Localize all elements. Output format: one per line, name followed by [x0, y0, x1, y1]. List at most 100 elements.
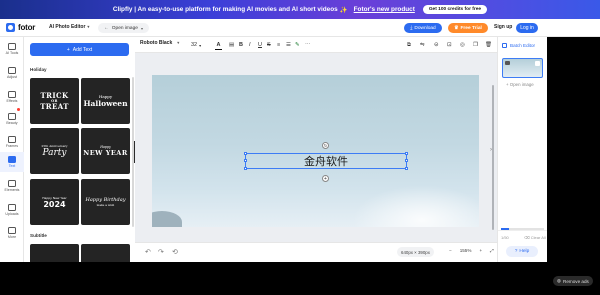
- notification-dot: [17, 108, 20, 111]
- list-icon: ☰: [286, 42, 291, 48]
- opacity-button[interactable]: ◎: [460, 41, 465, 49]
- page-thumbnail[interactable]: [502, 58, 543, 78]
- text-toolbar: Roboto Black ▾ 32 ▾ A ▤ B I U S ≡ ☰ ✎ ⋯ ⧉ …: [135, 37, 497, 53]
- template-subtitle-1[interactable]: [30, 244, 79, 262]
- text-color-button[interactable]: A: [215, 41, 222, 50]
- resize-handle[interactable]: [405, 159, 408, 162]
- banner-cta-button[interactable]: Get 100 credits for free: [422, 5, 488, 14]
- chevron-right-icon[interactable]: ›: [490, 147, 492, 153]
- fit-screen-icon[interactable]: ⤢: [490, 248, 494, 253]
- layer-button[interactable]: ⊡: [447, 41, 452, 49]
- template-party[interactable]: 25th Anniversary Party: [30, 128, 79, 174]
- font-family-select[interactable]: Roboto Black ▾: [140, 40, 179, 46]
- opacity-icon: ◎: [460, 42, 465, 48]
- italic-button[interactable]: I: [249, 41, 251, 49]
- select-checkbox-icon[interactable]: [535, 61, 540, 66]
- chevron-down-icon: ▾: [199, 42, 202, 48]
- rail-item-more[interactable]: More: [0, 223, 24, 243]
- zoom-in-icon[interactable]: +: [479, 248, 482, 253]
- resize-handle[interactable]: [244, 167, 247, 170]
- fotor-logo[interactable]: fotor: [6, 23, 35, 32]
- delete-button[interactable]: 🗑︎: [485, 41, 492, 49]
- open-image-button[interactable]: ← Open image ▾: [98, 23, 149, 33]
- copy-style-button[interactable]: ❐: [473, 41, 478, 49]
- rail-label: More: [7, 235, 17, 239]
- rail-item-effects[interactable]: Effects: [0, 87, 24, 107]
- resize-handle[interactable]: [405, 152, 408, 155]
- rail-item-elements[interactable]: Elements: [0, 176, 24, 196]
- text-templates-panel: + Add Text Holiday TRICK OR TREAT Happy …: [24, 37, 135, 262]
- rail-label: Uploads: [5, 212, 19, 216]
- template-subtitle-2[interactable]: [81, 244, 130, 262]
- help-button[interactable]: ? Help: [506, 246, 538, 257]
- canvas-scrollbar[interactable]: [492, 85, 494, 230]
- banner-link[interactable]: Fotor's new product: [354, 6, 415, 13]
- selected-text-box[interactable]: 金舟软件: [244, 152, 408, 170]
- remove-ads-icon: ◍: [557, 278, 562, 283]
- add-image-button[interactable]: + Open image: [506, 82, 534, 87]
- rail-item-frames[interactable]: Frames: [0, 132, 24, 152]
- sparkle-icon: ✨: [339, 6, 348, 14]
- rail-item-ai-tools[interactable]: AI Tools: [0, 39, 24, 59]
- clear-all-button[interactable]: ⌫ Clear All: [524, 235, 546, 240]
- resize-handle[interactable]: [405, 167, 408, 170]
- list-button[interactable]: ☰: [286, 41, 291, 49]
- effects-icon: [8, 91, 16, 98]
- template-preview: Happy Birthday make a wish: [85, 197, 125, 207]
- add-element-icon[interactable]: +: [322, 175, 329, 182]
- template-2024[interactable]: Happy New Year 2024: [30, 179, 79, 225]
- effects-button[interactable]: ✎: [295, 41, 300, 49]
- editor-menu[interactable]: AI Photo Editor ▾: [49, 24, 89, 30]
- rail-item-uploads[interactable]: Uploads: [0, 200, 24, 220]
- pages-panel: Batch Editor + Open image 1/50 ⌫ Clear A…: [497, 37, 547, 262]
- duplicate-button[interactable]: ⧉: [407, 41, 411, 49]
- add-text-button[interactable]: + Add Text: [30, 43, 129, 56]
- template-text: TRICK: [40, 91, 69, 100]
- template-new-year[interactable]: Happy NEW YEAR: [81, 128, 130, 174]
- download-button[interactable]: ⤓ Download: [404, 23, 442, 33]
- font-size-select[interactable]: 32 ▾: [191, 41, 201, 49]
- highlight-button[interactable]: ▤: [229, 41, 234, 49]
- batch-icon: [502, 43, 507, 48]
- top-header: fotor AI Photo Editor ▾ ← Open image ▾ ⤓ …: [0, 19, 600, 37]
- more-options-button[interactable]: ⋯: [305, 41, 311, 49]
- add-text-label: Add Text: [72, 46, 93, 53]
- canvas-size-button[interactable]: 640px × 390px: [397, 247, 434, 257]
- chevron-down-icon: ▾: [140, 25, 143, 31]
- arrow-left-icon: ←: [104, 25, 109, 31]
- redo-icon[interactable]: ↷: [158, 248, 164, 256]
- underline-button[interactable]: U: [258, 41, 262, 49]
- template-birthday[interactable]: Happy Birthday make a wish: [81, 179, 130, 225]
- history-icon[interactable]: ⟲: [172, 248, 178, 256]
- strikethrough-button[interactable]: S: [267, 41, 271, 49]
- text-effects-icon: ✎: [295, 42, 300, 48]
- template-text: make a wish: [96, 203, 115, 207]
- undo-icon[interactable]: ↶: [145, 248, 151, 256]
- batch-editor-button[interactable]: Batch Editor: [502, 43, 535, 48]
- log-in-button[interactable]: Log in: [516, 23, 538, 33]
- rail-item-beauty[interactable]: Beauty: [0, 108, 24, 129]
- template-halloween[interactable]: Happy Halloween: [81, 78, 130, 124]
- remove-ads-button[interactable]: ◍ Remove ads: [553, 276, 593, 286]
- image-canvas[interactable]: [152, 75, 479, 227]
- sign-up-button[interactable]: Sign up: [494, 24, 512, 30]
- align-button[interactable]: ≡: [277, 41, 280, 49]
- template-text: NEW YEAR: [83, 149, 128, 157]
- rotate-handle-icon[interactable]: ↻: [322, 142, 329, 149]
- canvas-text[interactable]: 金舟软件: [246, 154, 406, 168]
- plus-icon: +: [66, 46, 70, 53]
- rail-item-adjust[interactable]: Adjust: [0, 63, 24, 83]
- flip-button[interactable]: ⇋: [420, 41, 425, 49]
- template-trick-or-treat[interactable]: TRICK OR TREAT: [30, 78, 79, 124]
- rail-label: Effects: [6, 99, 18, 103]
- template-preview: TRICK OR TREAT: [40, 92, 69, 110]
- resize-handle[interactable]: [244, 152, 247, 155]
- bold-button[interactable]: B: [239, 41, 243, 49]
- zoom-level[interactable]: 155%: [460, 248, 472, 253]
- lock-button[interactable]: ⊝: [434, 41, 439, 49]
- free-trial-button[interactable]: ♛ Free Trial: [448, 23, 488, 33]
- more-icon: ⋯: [305, 42, 311, 48]
- resize-handle[interactable]: [244, 159, 247, 162]
- rail-item-text[interactable]: Text: [0, 152, 24, 172]
- zoom-out-icon[interactable]: −: [449, 248, 452, 253]
